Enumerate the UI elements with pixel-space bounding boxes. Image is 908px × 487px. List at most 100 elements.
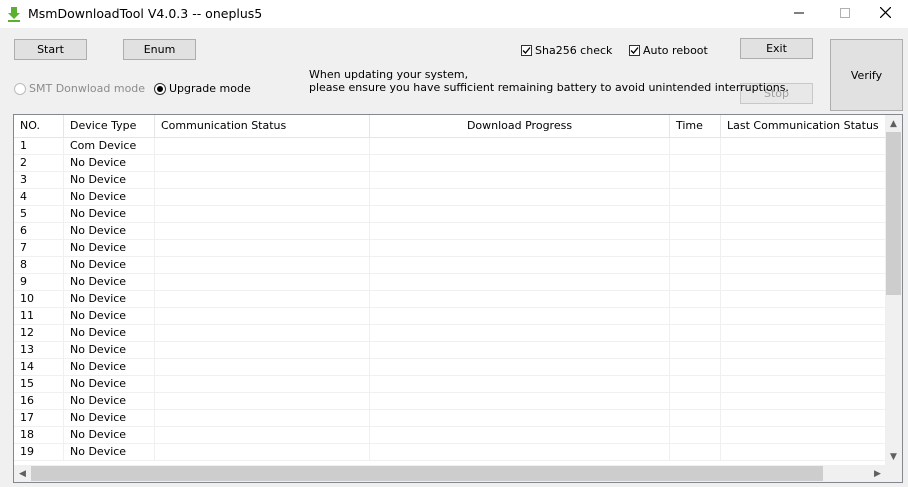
cell-device-type: No Device	[64, 376, 155, 392]
exit-button[interactable]: Exit	[740, 38, 813, 59]
cell-empty	[370, 155, 670, 171]
auto-reboot-checkbox[interactable]: Auto reboot	[629, 44, 708, 57]
vertical-scroll-thumb[interactable]	[886, 132, 901, 295]
table-row[interactable]: 17 No Device	[14, 410, 886, 427]
table-row[interactable]: 12 No Device	[14, 325, 886, 342]
verify-button[interactable]: Verify	[830, 39, 903, 111]
table-row[interactable]: 18 No Device	[14, 427, 886, 444]
enum-button[interactable]: Enum	[123, 39, 196, 60]
table-row[interactable]: 14 No Device	[14, 359, 886, 376]
cell-empty	[670, 291, 721, 307]
cell-empty	[670, 189, 721, 205]
cell-empty	[721, 206, 886, 222]
table-row[interactable]: 5 No Device	[14, 206, 886, 223]
cell-empty	[155, 444, 370, 460]
table-row[interactable]: 13 No Device	[14, 342, 886, 359]
cell-empty	[670, 257, 721, 273]
cell-empty	[670, 325, 721, 341]
cell-empty	[155, 359, 370, 375]
cell-empty	[370, 206, 670, 222]
cell-empty	[155, 155, 370, 171]
scroll-up-arrow-icon[interactable]: ▲	[885, 115, 902, 132]
cell-empty	[670, 155, 721, 171]
checkmark-icon	[630, 47, 639, 54]
cell-empty	[721, 342, 886, 358]
cell-empty	[670, 206, 721, 222]
table-row[interactable]: 15 No Device	[14, 376, 886, 393]
cell-empty	[721, 376, 886, 392]
horizontal-scrollbar[interactable]: ◀ ▶	[14, 465, 886, 482]
vertical-scrollbar[interactable]: ▲ ▼	[885, 115, 902, 465]
cell-empty	[155, 342, 370, 358]
column-header-last-communication-status[interactable]: Last Communication Status	[721, 115, 886, 137]
cell-device-type: No Device	[64, 206, 155, 222]
minimize-button[interactable]	[776, 0, 822, 28]
table-row[interactable]: 16 No Device	[14, 393, 886, 410]
cell-device-type: No Device	[64, 223, 155, 239]
column-header-time[interactable]: Time	[670, 115, 721, 137]
cell-device-type: No Device	[64, 172, 155, 188]
column-header-device-type[interactable]: Device Type	[64, 115, 155, 137]
smt-mode-label: SMT Donwload mode	[29, 82, 146, 95]
download-arrow-icon	[6, 6, 22, 22]
scroll-right-arrow-icon[interactable]: ▶	[869, 465, 886, 482]
device-table[interactable]: NO. Device Type Communication Status Dow…	[13, 114, 903, 483]
cell-empty	[721, 155, 886, 171]
cell-no: 9	[14, 274, 64, 290]
cell-empty	[370, 240, 670, 256]
cell-empty	[370, 359, 670, 375]
scroll-down-arrow-icon[interactable]: ▼	[885, 448, 902, 465]
start-button[interactable]: Start	[14, 39, 87, 60]
cell-device-type: No Device	[64, 291, 155, 307]
table-row[interactable]: 11 No Device	[14, 308, 886, 325]
window-title: MsmDownloadTool V4.0.3 -- oneplus5	[28, 6, 263, 21]
cell-empty	[155, 291, 370, 307]
sha256-label: Sha256 check	[535, 44, 613, 57]
cell-empty	[721, 393, 886, 409]
cell-device-type: No Device	[64, 240, 155, 256]
table-row[interactable]: 9 No Device	[14, 274, 886, 291]
table-row[interactable]: 8 No Device	[14, 257, 886, 274]
table-row[interactable]: 10 No Device	[14, 291, 886, 308]
column-header-no[interactable]: NO.	[14, 115, 64, 137]
cell-device-type: No Device	[64, 342, 155, 358]
cell-empty	[155, 189, 370, 205]
cell-empty	[155, 138, 370, 154]
table-row[interactable]: 2 No Device	[14, 155, 886, 172]
smt-download-mode-radio[interactable]: SMT Donwload mode	[14, 82, 145, 95]
cell-empty	[721, 172, 886, 188]
table-row[interactable]: 19 No Device	[14, 444, 886, 461]
cell-no: 15	[14, 376, 64, 392]
column-header-download-progress[interactable]: Download Progress	[370, 115, 670, 137]
sha256-checkbox[interactable]: Sha256 check	[521, 44, 612, 57]
cell-empty	[721, 291, 886, 307]
scrollbar-corner	[885, 465, 902, 482]
upgrade-mode-radio[interactable]: Upgrade mode	[154, 82, 251, 95]
cell-no: 5	[14, 206, 64, 222]
cell-empty	[670, 138, 721, 154]
cell-no: 19	[14, 444, 64, 460]
cell-empty	[370, 376, 670, 392]
close-button[interactable]	[862, 0, 908, 28]
table-row[interactable]: 4 No Device	[14, 189, 886, 206]
checkmark-icon	[522, 47, 531, 54]
table-header: NO. Device Type Communication Status Dow…	[14, 115, 886, 138]
cell-empty	[670, 427, 721, 443]
table-row[interactable]: 1 Com Device	[14, 138, 886, 155]
table-row[interactable]: 6 No Device	[14, 223, 886, 240]
table-row[interactable]: 3 No Device	[14, 172, 886, 189]
cell-no: 8	[14, 257, 64, 273]
scroll-left-arrow-icon[interactable]: ◀	[14, 465, 31, 482]
cell-empty	[370, 410, 670, 426]
cell-empty	[670, 172, 721, 188]
horizontal-scroll-thumb[interactable]	[31, 466, 823, 481]
cell-no: 13	[14, 342, 64, 358]
cell-device-type: No Device	[64, 325, 155, 341]
cell-empty	[155, 274, 370, 290]
cell-no: 4	[14, 189, 64, 205]
cell-empty	[670, 376, 721, 392]
cell-no: 10	[14, 291, 64, 307]
table-row[interactable]: 7 No Device	[14, 240, 886, 257]
radio-circle	[14, 82, 26, 95]
column-header-communication-status[interactable]: Communication Status	[155, 115, 370, 137]
